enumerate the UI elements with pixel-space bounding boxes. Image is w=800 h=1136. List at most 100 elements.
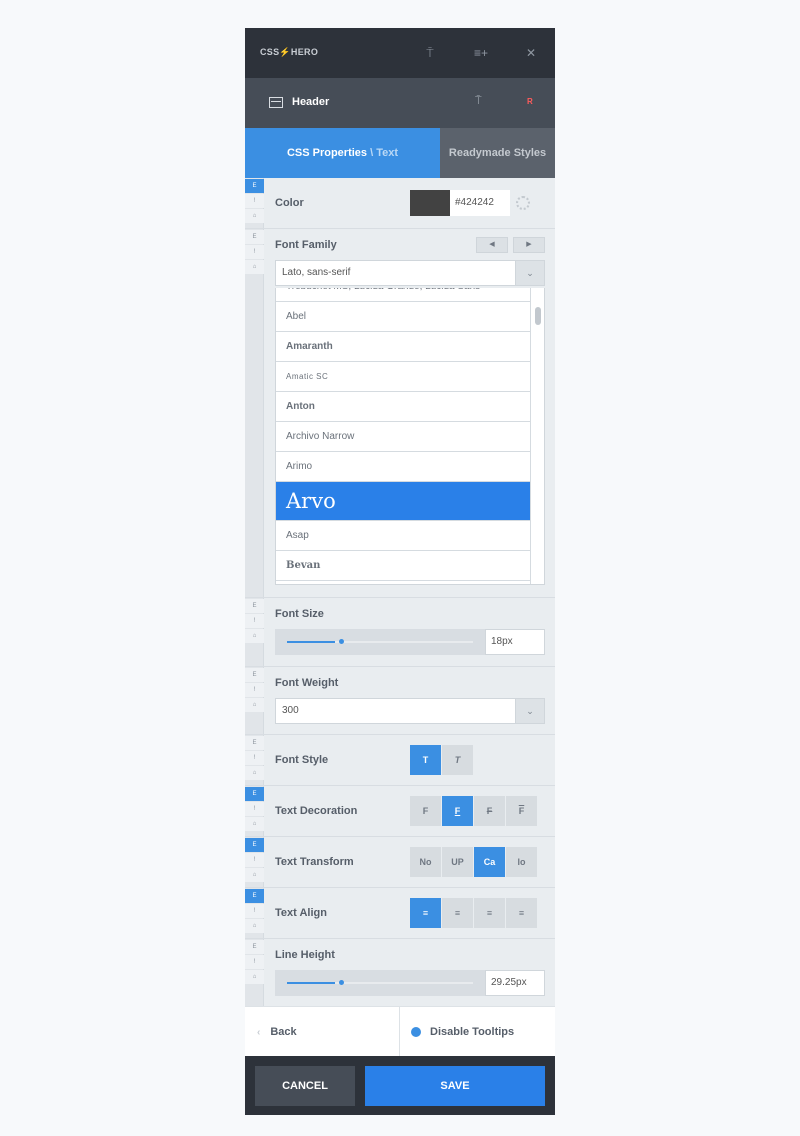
text-transform-option-button[interactable]: UP [442, 847, 473, 877]
tab-readymade-styles[interactable]: Readymade Styles [440, 128, 555, 178]
divider [399, 1007, 400, 1057]
edit-mark[interactable]: E [245, 940, 264, 954]
row-marks: E ! ⌂ [245, 736, 264, 781]
tab-bar: CSS Properties \ Text Readymade Styles [245, 128, 555, 178]
font-option[interactable]: Amaranth [276, 332, 530, 362]
color-row: E ! ⌂ Color #424242 [245, 178, 555, 229]
device-mark[interactable]: ⌂ [245, 970, 264, 984]
device-mark[interactable]: ⌂ [245, 629, 264, 643]
edit-mark[interactable]: E [245, 599, 264, 613]
slider-fill [287, 982, 335, 984]
edit-mark[interactable]: E [245, 889, 264, 903]
font-option[interactable]: Abel [276, 302, 530, 332]
align-justify-button[interactable]: ≡ [506, 898, 537, 928]
font-style-option-button[interactable]: T [410, 745, 441, 775]
select-element-icon[interactable]: ⍑ [475, 95, 482, 108]
font-size-label: Font Size [275, 608, 324, 620]
font-family-select[interactable]: Lato, sans-serif ⌄ [275, 260, 545, 286]
chevron-down-icon[interactable]: ⌄ [515, 699, 544, 723]
text-transform-option-button[interactable]: No [410, 847, 441, 877]
font-option[interactable]: Asap [276, 521, 530, 551]
text-decoration-row: E ! ⌂ Text Decoration FFFF [245, 786, 555, 837]
align-left-button[interactable]: ≡ [410, 898, 441, 928]
font-family-list[interactable]: Trebuchet MS, Lucida Grande, Lucida Sans… [275, 288, 545, 585]
tab-css-properties[interactable]: CSS Properties \ Text [245, 128, 440, 178]
text-decoration-option-button[interactable]: F [506, 796, 537, 826]
line-height-slider[interactable] [275, 970, 485, 996]
important-mark[interactable]: ! [245, 904, 264, 918]
font-option[interactable]: Bevan [276, 551, 530, 581]
align-center-button[interactable]: ≡ [442, 898, 473, 928]
device-mark[interactable]: ⌂ [245, 817, 264, 831]
text-align-label: Text Align [275, 907, 327, 919]
edit-mark[interactable]: E [245, 736, 264, 750]
text-transform-option-button[interactable]: Ca [474, 847, 505, 877]
important-mark[interactable]: ! [245, 751, 264, 765]
important-mark[interactable]: ! [245, 194, 264, 208]
text-decoration-option-button[interactable]: F [474, 796, 505, 826]
responsive-flag[interactable]: R [527, 97, 533, 106]
font-option[interactable]: Archivo Narrow [276, 422, 530, 452]
important-mark[interactable]: ! [245, 955, 264, 969]
edit-mark[interactable]: E [245, 179, 264, 193]
edit-mark[interactable]: E [245, 787, 264, 801]
insert-top-icon[interactable]: ⍑ [422, 45, 438, 61]
font-list-scrollbar[interactable] [530, 288, 544, 584]
font-option[interactable]: Arvo [276, 482, 530, 521]
important-mark[interactable]: ! [245, 683, 264, 697]
font-style-option-button[interactable]: T [442, 745, 473, 775]
important-mark[interactable]: ! [245, 245, 264, 259]
line-height-input[interactable]: 29.25px [485, 970, 545, 996]
properties-list[interactable]: E ! ⌂ Color #424242 E ! ⌂ Font Family ◀ … [245, 178, 555, 1006]
font-option[interactable]: Amatic SC [276, 362, 530, 392]
cancel-button[interactable]: CANCEL [255, 1066, 355, 1106]
edit-mark[interactable]: E [245, 838, 264, 852]
text-decoration-label: Text Decoration [275, 805, 358, 817]
font-option[interactable]: Arimo [276, 452, 530, 482]
line-height-row: E ! ⌂ Line Height 29.25px [245, 939, 555, 1006]
color-swatch[interactable] [410, 190, 450, 216]
color-hex-input[interactable]: #424242 [450, 190, 510, 216]
text-decoration-option-button[interactable]: F [410, 796, 441, 826]
device-mark[interactable]: ⌂ [245, 260, 264, 274]
font-option[interactable]: Trebuchet MS, Lucida Grande, Lucida Sans [276, 288, 530, 302]
footer: CANCEL SAVE [245, 1056, 555, 1115]
row-marks: E ! ⌂ [245, 599, 264, 644]
scrollbar-thumb[interactable] [535, 307, 541, 325]
add-list-icon[interactable]: ≡+ [473, 45, 489, 61]
align-right-button[interactable]: ≡ [474, 898, 505, 928]
chevron-down-icon[interactable]: ⌄ [515, 261, 544, 285]
device-mark[interactable]: ⌂ [245, 209, 264, 223]
device-mark[interactable]: ⌂ [245, 919, 264, 933]
font-weight-select[interactable]: 300 ⌄ [275, 698, 545, 724]
edit-mark[interactable]: E [245, 668, 264, 682]
font-size-input[interactable]: 18px [485, 629, 545, 655]
bottom-bar: ‹ Back Disable Tooltips [245, 1006, 555, 1057]
row-marks: E ! ⌂ [245, 668, 264, 713]
disable-tooltips-toggle[interactable]: Disable Tooltips [430, 1026, 514, 1038]
font-option[interactable]: Anton [276, 392, 530, 422]
text-decoration-option-button[interactable]: F [442, 796, 473, 826]
font-size-slider[interactable] [275, 629, 485, 655]
font-style-row: E ! ⌂ Font Style TT [245, 735, 555, 786]
color-picker-icon[interactable] [516, 196, 530, 210]
device-mark[interactable]: ⌂ [245, 868, 264, 882]
close-icon[interactable]: ✕ [523, 45, 539, 61]
back-button[interactable]: ‹ Back [257, 1007, 297, 1057]
font-family-row: E ! ⌂ Font Family ◀ ▶ Lato, sans-serif ⌄ … [245, 229, 555, 598]
slider-knob[interactable] [339, 639, 344, 644]
next-font-button[interactable]: ▶ [513, 237, 545, 253]
line-height-label: Line Height [275, 949, 335, 961]
tooltips-toggle-icon[interactable] [411, 1027, 421, 1037]
important-mark[interactable]: ! [245, 802, 264, 816]
edit-mark[interactable]: E [245, 230, 264, 244]
prev-font-button[interactable]: ◀ [476, 237, 508, 253]
font-options: Trebuchet MS, Lucida Grande, Lucida Sans… [276, 288, 530, 581]
device-mark[interactable]: ⌂ [245, 766, 264, 780]
slider-knob[interactable] [339, 980, 344, 985]
text-transform-option-button[interactable]: lo [506, 847, 537, 877]
important-mark[interactable]: ! [245, 853, 264, 867]
important-mark[interactable]: ! [245, 614, 264, 628]
device-mark[interactable]: ⌂ [245, 698, 264, 712]
save-button[interactable]: SAVE [365, 1066, 545, 1106]
